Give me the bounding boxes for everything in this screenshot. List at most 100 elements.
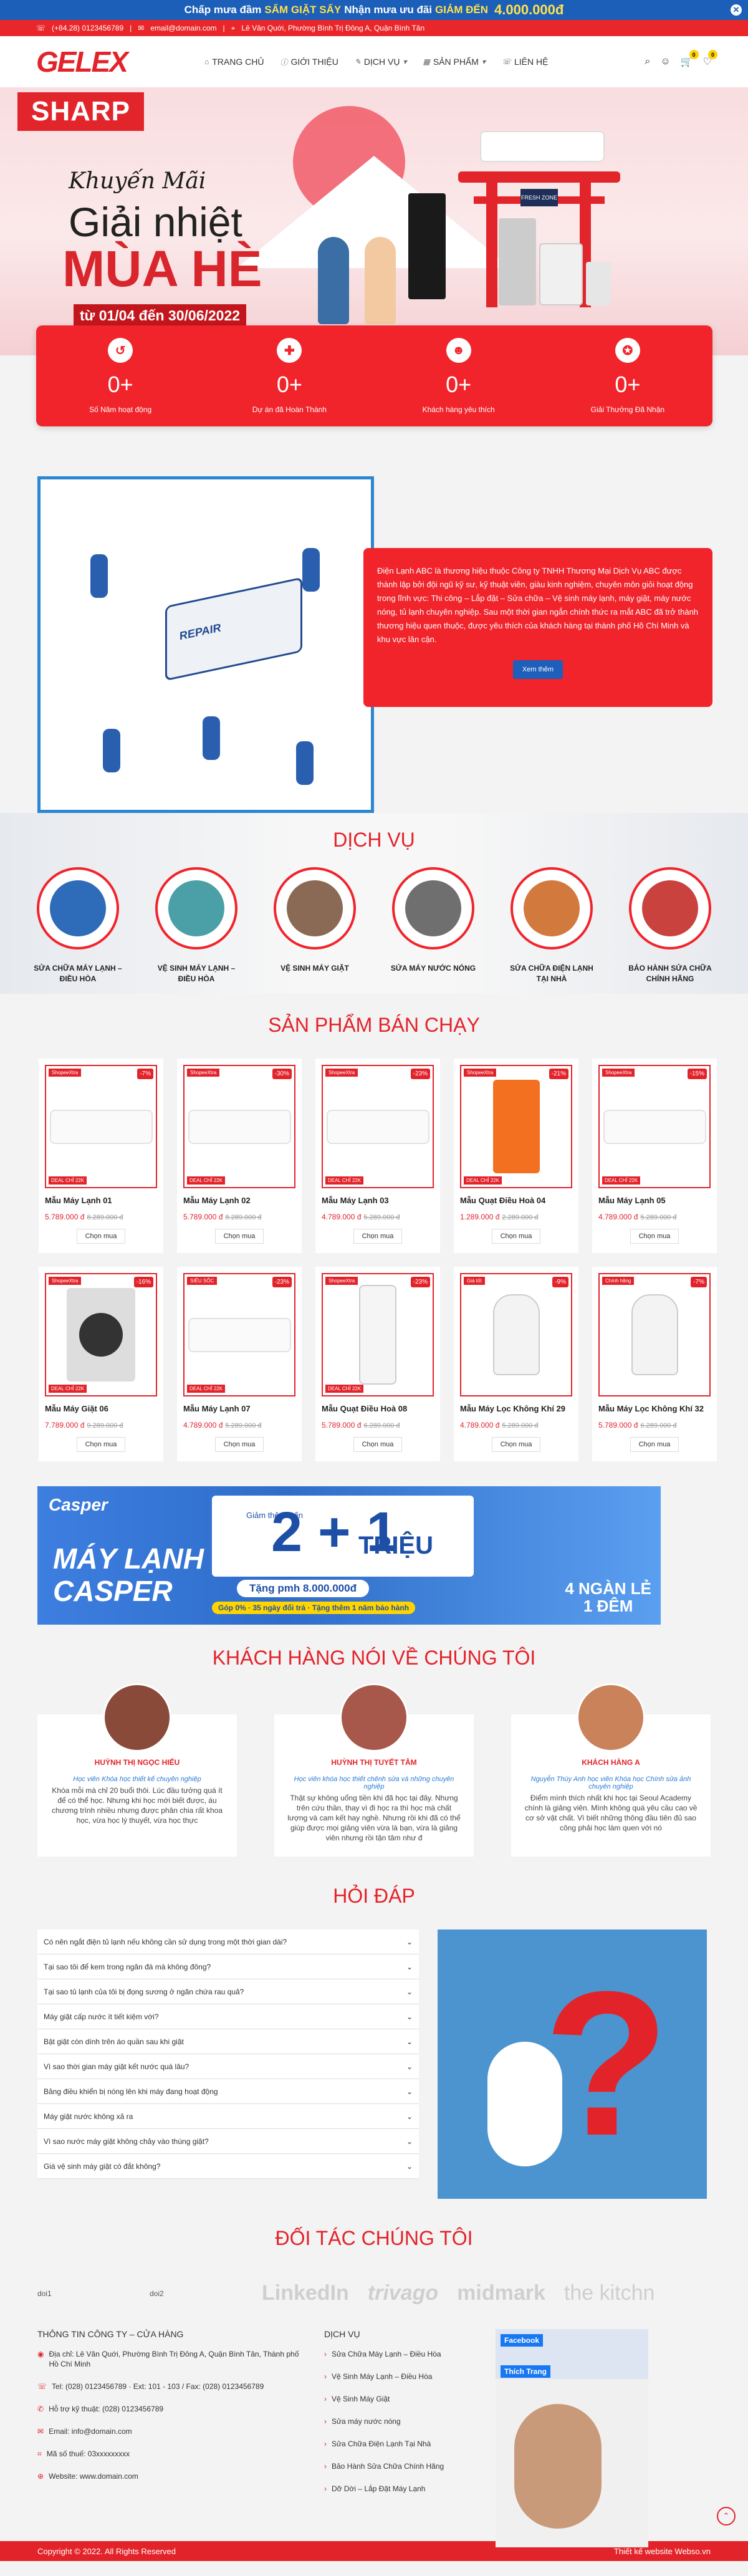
promo-close-icon[interactable]: ✕ bbox=[731, 4, 742, 16]
footer-email[interactable]: Email: info@domain.com bbox=[49, 2426, 132, 2436]
stat-label: Giải Thưởng Đã Nhận bbox=[590, 405, 665, 414]
nav-services[interactable]: ✎ DỊCH VỤ ▾ bbox=[355, 57, 407, 67]
nav-contact[interactable]: ☏ LIÊN HỆ bbox=[502, 57, 548, 67]
product-card[interactable]: ShopeeXtra -30% DEAL CHỈ 22K Mẫu Máy Lạnh 0… bbox=[177, 1059, 302, 1253]
product-card[interactable]: Chính hãng -7% Mẫu Máy Lọc Không Khí 32 5.7… bbox=[592, 1267, 717, 1461]
topbar-email[interactable]: email@domain.com bbox=[150, 24, 216, 32]
buy-button[interactable]: Chọn mua bbox=[215, 1229, 264, 1244]
footer-service-link[interactable]: › Vệ Sinh Máy Lạnh – Điều Hòa bbox=[324, 2372, 499, 2381]
partner-image-2[interactable]: doi2 bbox=[150, 2289, 243, 2298]
about-text: Điện Lạnh ABC là thương hiệu thuộc Công … bbox=[377, 566, 699, 644]
faq-item[interactable]: Có nên ngắt điện tủ lạnh nếu không cần s… bbox=[37, 1930, 419, 1954]
product-card[interactable]: Giá tốt -9% Mẫu Máy Lọc Không Khí 29 4.789.… bbox=[454, 1267, 578, 1461]
product-name[interactable]: Mẫu Máy Lọc Không Khí 29 bbox=[460, 1404, 572, 1413]
footer-service-link[interactable]: › Sửa Chữa Máy Lạnh – Điều Hòa bbox=[324, 2349, 499, 2359]
buy-button[interactable]: Chọn mua bbox=[492, 1229, 540, 1244]
service-item[interactable]: VỆ SINH MÁY GIẶT bbox=[268, 867, 362, 984]
faq-item[interactable]: Vì sao thời gian máy giặt kết nước quá l… bbox=[37, 2054, 419, 2079]
cart-icon[interactable]: 🛒 0 bbox=[681, 50, 699, 68]
faq-item[interactable]: Máy giặt cấp nước ít tiết kiệm với? ⌄ bbox=[37, 2004, 419, 2029]
product-name[interactable]: Mẫu Máy Lọc Không Khí 32 bbox=[598, 1404, 711, 1413]
faq-item[interactable]: Máy giặt nước không xả ra ⌄ bbox=[37, 2104, 419, 2129]
user-icon[interactable]: ☺ bbox=[660, 56, 670, 67]
product-image[interactable]: ShopeeXtra -15% DEAL CHỈ 22K bbox=[598, 1065, 711, 1188]
facebook-widget[interactable]: Facebook Thích Trang bbox=[496, 2329, 648, 2547]
footer-service-link[interactable]: › Sửa Chữa Điện Lạnh Tại Nhà bbox=[324, 2439, 499, 2449]
product-name[interactable]: Mẫu Máy Giặt 06 bbox=[45, 1404, 157, 1413]
faq-item[interactable]: Tại sao tủ lạnh của tôi bị đọng sương ở … bbox=[37, 1979, 419, 2004]
faq-item[interactable]: Bật giặt còn dính trên áo quần sau khi g… bbox=[37, 2029, 419, 2054]
faq-item[interactable]: Bảng điều khiển bị nóng lên khi máy đang… bbox=[37, 2079, 419, 2104]
heart-icon[interactable]: ♡ 0 bbox=[703, 50, 717, 68]
service-item[interactable]: SỬA MÁY NƯỚC NÓNG bbox=[386, 867, 480, 984]
footer-service-link[interactable]: › Sửa máy nước nóng bbox=[324, 2416, 499, 2426]
buy-button[interactable]: Chọn mua bbox=[353, 1437, 402, 1452]
product-name[interactable]: Mẫu Máy Lạnh 07 bbox=[183, 1404, 295, 1413]
product-image[interactable]: Giá tốt -9% bbox=[460, 1273, 572, 1396]
product-image[interactable]: Chính hãng -7% bbox=[598, 1273, 711, 1396]
service-item[interactable]: BẢO HÀNH SỬA CHỮA CHÍNH HÃNG bbox=[623, 867, 717, 984]
footer-service-link[interactable]: › Vệ Sinh Máy Giặt bbox=[324, 2394, 499, 2404]
product-image[interactable]: ShopeeXtra -30% DEAL CHỈ 22K bbox=[183, 1065, 295, 1188]
faq-item[interactable]: Tại sao tôi để kem trong ngăn đá mà khôn… bbox=[37, 1954, 419, 1979]
partner-logo[interactable]: trivago bbox=[368, 2281, 438, 2305]
credit-link[interactable]: Thiết kế website Webso.vn bbox=[614, 2547, 711, 2556]
facebook-like-button[interactable]: Thích Trang bbox=[501, 2365, 551, 2378]
product-image[interactable]: ShopeeXtra -23% DEAL CHỈ 22K bbox=[322, 1273, 434, 1396]
buy-button[interactable]: Chọn mua bbox=[630, 1229, 679, 1244]
faq-item[interactable]: Giá vệ sinh máy giặt có đắt không? ⌄ bbox=[37, 2154, 419, 2179]
nav-products[interactable]: ▦ SẢN PHẨM ▾ bbox=[423, 57, 486, 67]
service-item[interactable]: SỬA CHỮA MÁY LẠNH – ĐIỀU HÒA bbox=[31, 867, 125, 984]
footer-hotline[interactable]: Hỗ trợ kỹ thuật: (028) 0123456789 bbox=[49, 2404, 163, 2414]
faq-item[interactable]: Vì sao nước máy giặt không chảy vào thùn… bbox=[37, 2129, 419, 2154]
product-name[interactable]: Mẫu Quạt Điều Hoà 08 bbox=[322, 1404, 434, 1413]
product-card[interactable]: ShopeeXtra -23% DEAL CHỈ 22K Mẫu Máy Lạnh 0… bbox=[315, 1059, 440, 1253]
service-item[interactable]: SỬA CHỮA ĐIỆN LẠNH TẠI NHÀ bbox=[505, 867, 598, 984]
buy-button[interactable]: Chọn mua bbox=[77, 1229, 125, 1244]
product-card[interactable]: ShopeeXtra -15% DEAL CHỈ 22K Mẫu Máy Lạnh 0… bbox=[592, 1059, 717, 1253]
footer-service-link[interactable]: › Dỡ Dời – Lắp Đặt Máy Lạnh bbox=[324, 2484, 499, 2494]
product-name[interactable]: Mẫu Quạt Điều Hoà 04 bbox=[460, 1196, 572, 1205]
product-card[interactable]: ShopeeXtra -16% DEAL CHỈ 22K Mẫu Máy Giặt 0… bbox=[39, 1267, 163, 1461]
search-icon[interactable]: ⌕ bbox=[645, 56, 650, 67]
product-image[interactable]: ShopeeXtra -7% DEAL CHỈ 22K bbox=[45, 1065, 157, 1188]
service-item[interactable]: VỆ SINH MÁY LẠNH – ĐIỀU HÒA bbox=[150, 867, 243, 984]
nav-about[interactable]: ⓘ GIỚI THIỆU bbox=[280, 57, 338, 67]
promo-bar[interactable]: Chấp mưa đầm SẤM GIẶT SẤY Nhận mưa ưu đã… bbox=[0, 0, 748, 20]
footer-service-link[interactable]: › Bảo Hành Sửa Chữa Chính Hãng bbox=[324, 2461, 499, 2471]
partner-logo[interactable]: LinkedIn bbox=[262, 2281, 349, 2305]
product-card[interactable]: ShopeeXtra -21% DEAL CHỈ 22K Mẫu Quạt Điều … bbox=[454, 1059, 578, 1253]
buy-button[interactable]: Chọn mua bbox=[353, 1229, 402, 1244]
home-icon: ⌂ bbox=[204, 57, 209, 66]
product-name[interactable]: Mẫu Máy Lạnh 03 bbox=[322, 1196, 434, 1205]
product-name[interactable]: Mẫu Máy Lạnh 02 bbox=[183, 1196, 295, 1205]
product-name[interactable]: Mẫu Máy Lạnh 01 bbox=[45, 1196, 157, 1205]
partner-logo[interactable]: midmark bbox=[457, 2281, 545, 2305]
product-image[interactable]: ShopeeXtra -23% DEAL CHỈ 22K bbox=[322, 1065, 434, 1188]
product-price: 4.789.000 đ 5.289.000 đ bbox=[460, 1421, 572, 1430]
nav-home[interactable]: ⌂ TRANG CHỦ bbox=[204, 57, 264, 67]
partner-image-1[interactable]: doi1 bbox=[37, 2289, 131, 2298]
footer-tel[interactable]: Tel: (028) 0123456789 · Ext: 101 - 103 /… bbox=[52, 2381, 264, 2391]
back-to-top-icon[interactable]: ⌃ bbox=[717, 2507, 736, 2526]
product-card[interactable]: SIÊU SỐC -23% DEAL CHỈ 22K Mẫu Máy Lạnh 07 4… bbox=[177, 1267, 302, 1461]
product-card[interactable]: ShopeeXtra -7% DEAL CHỈ 22K Mẫu Máy Lạnh 01… bbox=[39, 1059, 163, 1253]
footer-website[interactable]: Website: www.domain.com bbox=[49, 2471, 138, 2481]
product-card[interactable]: ShopeeXtra -23% DEAL CHỈ 22K Mẫu Quạt Điều … bbox=[315, 1267, 440, 1461]
casper-promo-banner[interactable]: Casper MÁY LẠNH CASPER Giảm thêm Đến 2 + … bbox=[37, 1486, 661, 1625]
faq-question: Bảng điều khiển bị nóng lên khi máy đang… bbox=[44, 2087, 218, 2096]
hero-banner[interactable]: SHARP Khuyến Mãi Giải nhiệt MÙA HÈ từ 01… bbox=[0, 87, 748, 355]
product-image[interactable]: ShopeeXtra -21% DEAL CHỈ 22K bbox=[460, 1065, 572, 1188]
site-logo[interactable]: GELEX bbox=[36, 45, 167, 79]
read-more-button[interactable]: Xem thêm bbox=[513, 660, 563, 679]
topbar-phone[interactable]: (+84.28) 0123456789 bbox=[52, 24, 123, 32]
buy-button[interactable]: Chọn mua bbox=[630, 1437, 679, 1452]
buy-button[interactable]: Chọn mua bbox=[77, 1437, 125, 1452]
buy-button[interactable]: Chọn mua bbox=[492, 1437, 540, 1452]
promo-highlight: SẤM GIẶT SẤY bbox=[264, 4, 342, 16]
partner-logo[interactable]: the kitchn bbox=[564, 2281, 655, 2305]
product-name[interactable]: Mẫu Máy Lạnh 05 bbox=[598, 1196, 711, 1205]
product-image[interactable]: ShopeeXtra -16% DEAL CHỈ 22K bbox=[45, 1273, 157, 1396]
buy-button[interactable]: Chọn mua bbox=[215, 1437, 264, 1452]
product-image[interactable]: SIÊU SỐC -23% DEAL CHỈ 22K bbox=[183, 1273, 295, 1396]
